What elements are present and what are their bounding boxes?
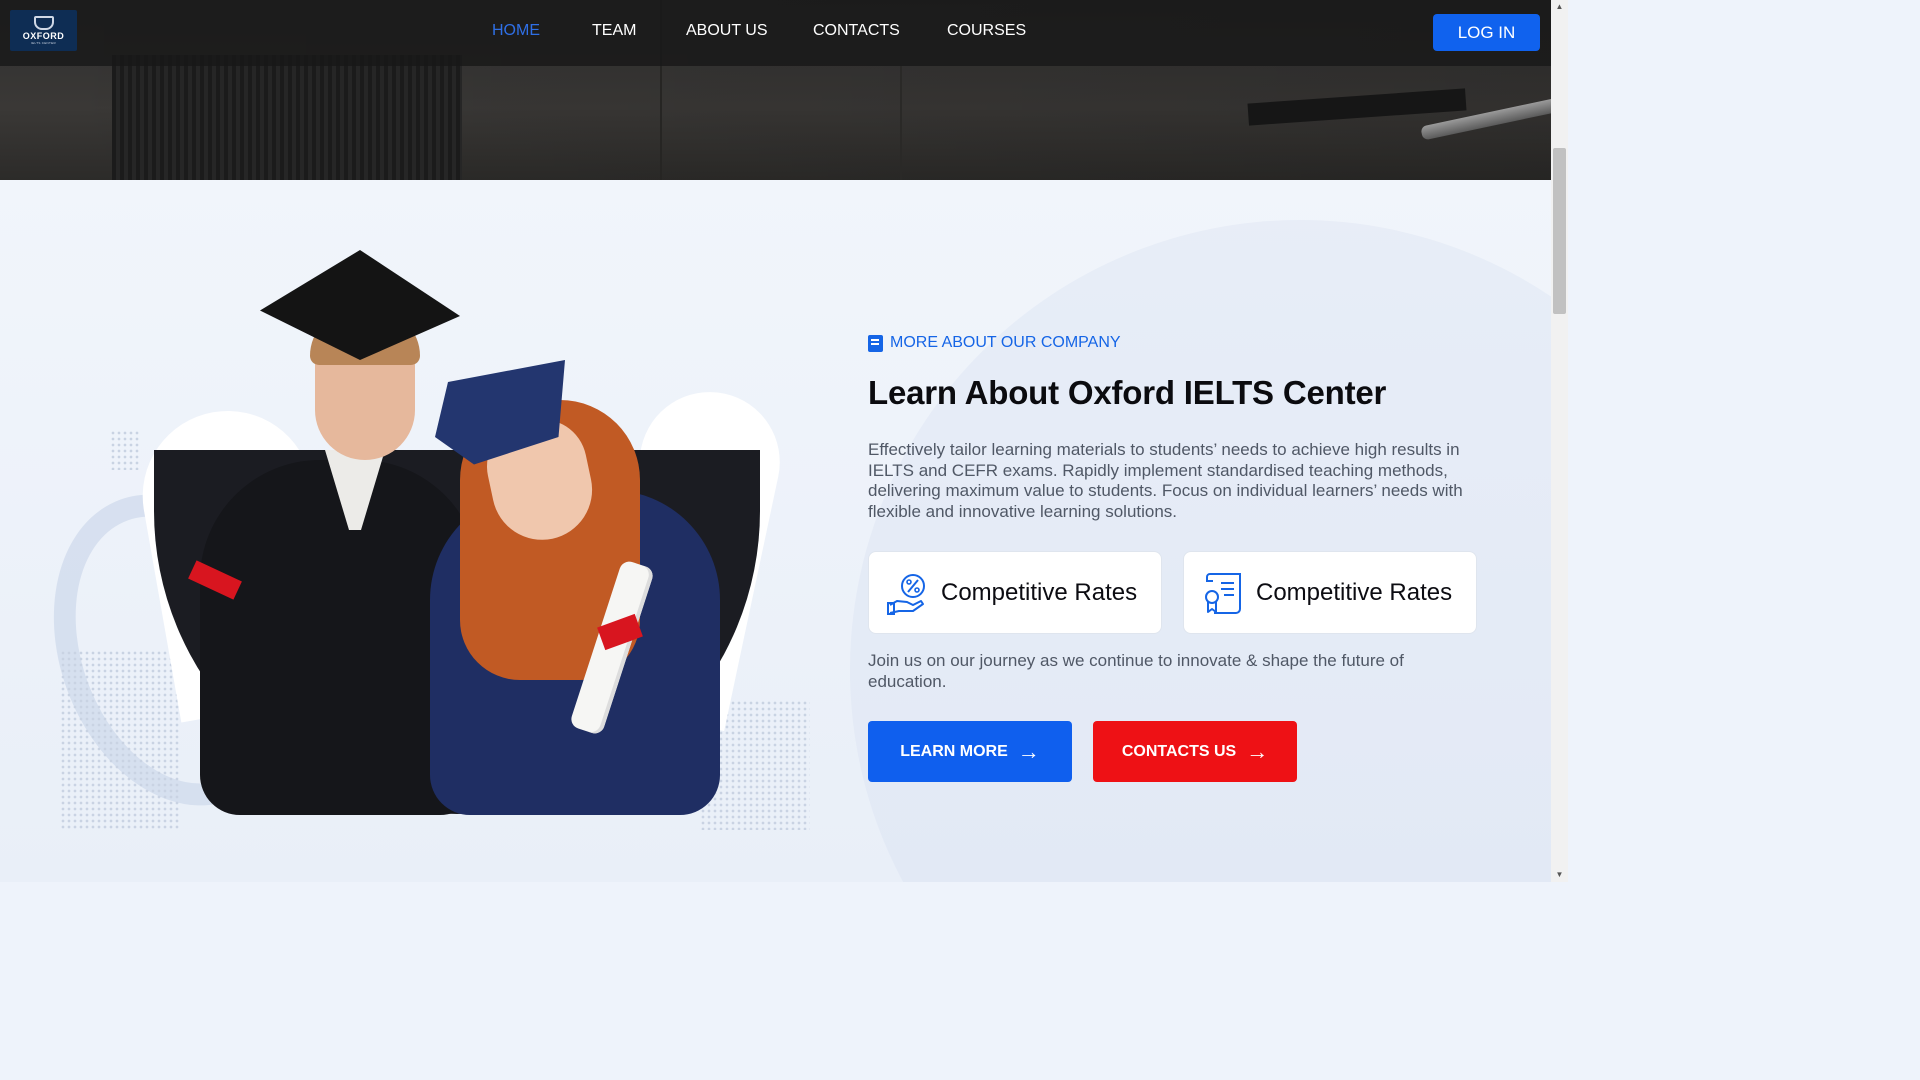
hero-decoration (112, 55, 462, 180)
nav-about-us[interactable]: ABOUT US (686, 22, 768, 40)
graduate-female (420, 360, 740, 815)
feature-card-certificate: Competitive Rates (1183, 551, 1477, 634)
section-description: Effectively tailor learning materials to… (868, 440, 1463, 521)
feature-label: Competitive Rates (941, 578, 1138, 606)
site-logo[interactable]: OXFORD IELTS CENTER (10, 10, 77, 51)
book-icon (868, 334, 883, 352)
hero-seam (900, 66, 902, 180)
nav-home[interactable]: HOME (492, 22, 540, 40)
scroll-up-icon[interactable]: ▲ (1553, 0, 1566, 14)
section-heading: Learn About Oxford IELTS Center (868, 374, 1387, 411)
scrollbar-track[interactable] (1551, 0, 1568, 882)
button-label: LEARN MORE (900, 742, 1008, 760)
contacts-us-button[interactable]: CONTACTS US → (1093, 721, 1297, 782)
scrollbar-thumb[interactable] (1553, 148, 1566, 314)
nav-team[interactable]: TEAM (592, 22, 636, 40)
nav-courses[interactable]: COURSES (947, 22, 1026, 40)
nav-contacts[interactable]: CONTACTS (813, 22, 900, 40)
hero-slot (1247, 88, 1467, 126)
button-label: CONTACTS US (1121, 742, 1237, 760)
learn-more-button[interactable]: LEARN MORE → (868, 721, 1072, 782)
feature-card-rates: Competitive Rates (868, 551, 1162, 634)
arrow-right-icon: → (1246, 738, 1269, 764)
navbar: OXFORD IELTS CENTER HOME TEAM ABOUT US C… (0, 0, 1551, 66)
graduation-cap-icon (260, 250, 460, 360)
login-button[interactable]: LOG IN (1433, 14, 1540, 51)
graduates-image (129, 250, 793, 820)
shield-icon (33, 16, 54, 30)
feature-label: Competitive Rates (1256, 578, 1453, 606)
scroll-down-icon[interactable]: ▼ (1553, 868, 1566, 882)
section-closing-text: Join us on our journey as we continue to… (868, 651, 1404, 691)
dot-pattern (110, 430, 140, 470)
section-tagline: MORE ABOUT OUR COMPANY (868, 334, 1121, 352)
tagline-text: MORE ABOUT OUR COMPANY (890, 334, 1121, 351)
percent-hand-icon (887, 573, 925, 615)
logo-brand: OXFORD (22, 31, 65, 41)
arrow-right-icon: → (1017, 738, 1040, 764)
certificate-icon (1205, 572, 1241, 614)
logo-subtitle: IELTS CENTER (31, 41, 56, 45)
